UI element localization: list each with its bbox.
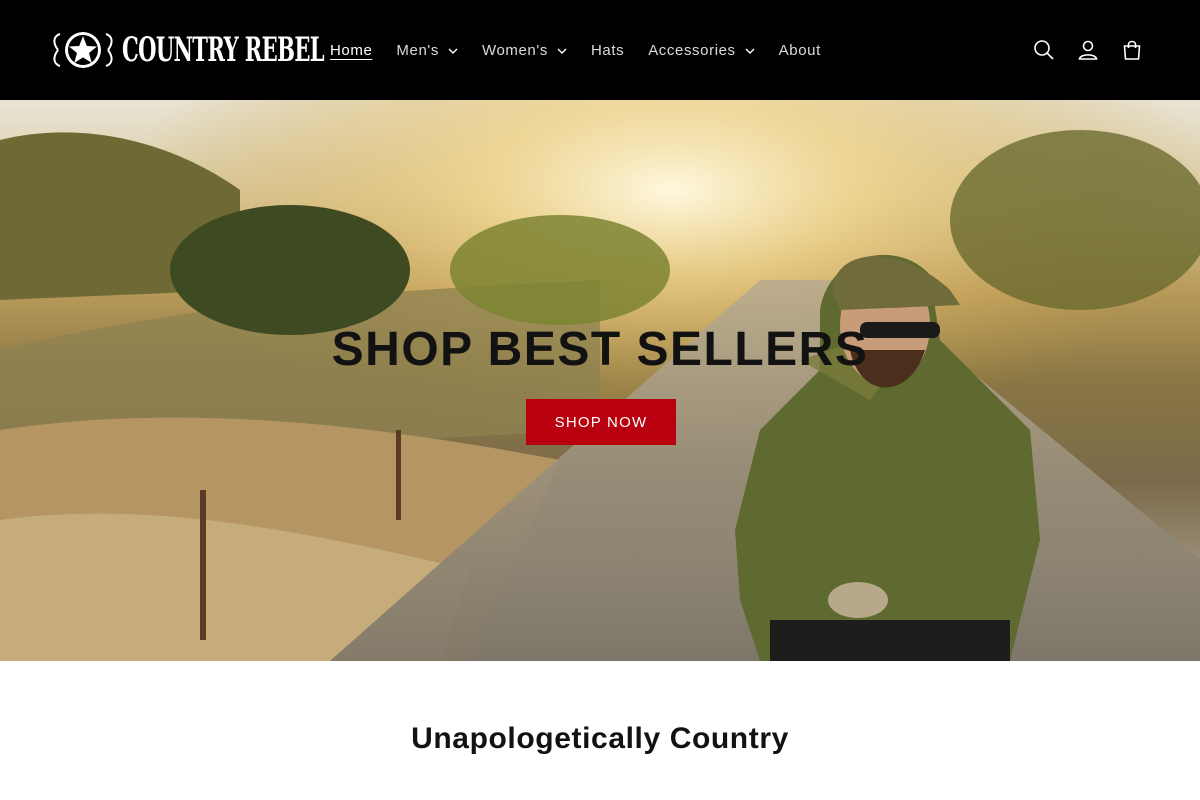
- star-badge-icon: [53, 32, 113, 68]
- nav-about-label: About: [778, 41, 821, 59]
- site-header: COUNTRY REBEL Home Men's Women's Hats Ac…: [0, 0, 1200, 100]
- logo-text: COUNTRY REBEL: [122, 30, 325, 70]
- nav-accessories-label: Accessories: [648, 41, 736, 59]
- hero-image: [0, 100, 1200, 661]
- search-icon: [1034, 40, 1054, 60]
- chevron-down-icon: [745, 48, 755, 54]
- cart-button[interactable]: [1110, 28, 1154, 72]
- nav-home[interactable]: Home: [318, 32, 384, 68]
- nav-home-label: Home: [330, 41, 373, 59]
- hero-title: SHOP BEST SELLERS: [331, 323, 869, 376]
- main-nav: Home Men's Women's Hats Accessories Abou…: [318, 0, 833, 100]
- logo[interactable]: COUNTRY REBEL: [50, 28, 325, 72]
- nav-mens[interactable]: Men's: [384, 32, 470, 68]
- chevron-down-icon: [448, 48, 458, 54]
- cart-icon: [1123, 40, 1141, 60]
- nav-hats-label: Hats: [590, 41, 625, 59]
- header-actions: [1022, 0, 1154, 100]
- hero-banner[interactable]: SHOP BEST SELLERS SHOP NOW: [0, 100, 1200, 661]
- nav-hats[interactable]: Hats: [579, 32, 636, 68]
- nav-mens-label: Men's: [396, 41, 439, 59]
- shop-now-button[interactable]: SHOP NOW: [526, 399, 676, 445]
- account-icon: [1078, 40, 1098, 60]
- nav-about[interactable]: About: [767, 32, 833, 68]
- nav-accessories[interactable]: Accessories: [636, 32, 766, 68]
- chevron-down-icon: [557, 48, 567, 54]
- account-button[interactable]: [1066, 28, 1110, 72]
- featured-section-title: Unapologetically Country: [411, 722, 789, 755]
- search-button[interactable]: [1022, 28, 1066, 72]
- nav-womens-label: Women's: [481, 41, 548, 59]
- nav-womens[interactable]: Women's: [470, 32, 579, 68]
